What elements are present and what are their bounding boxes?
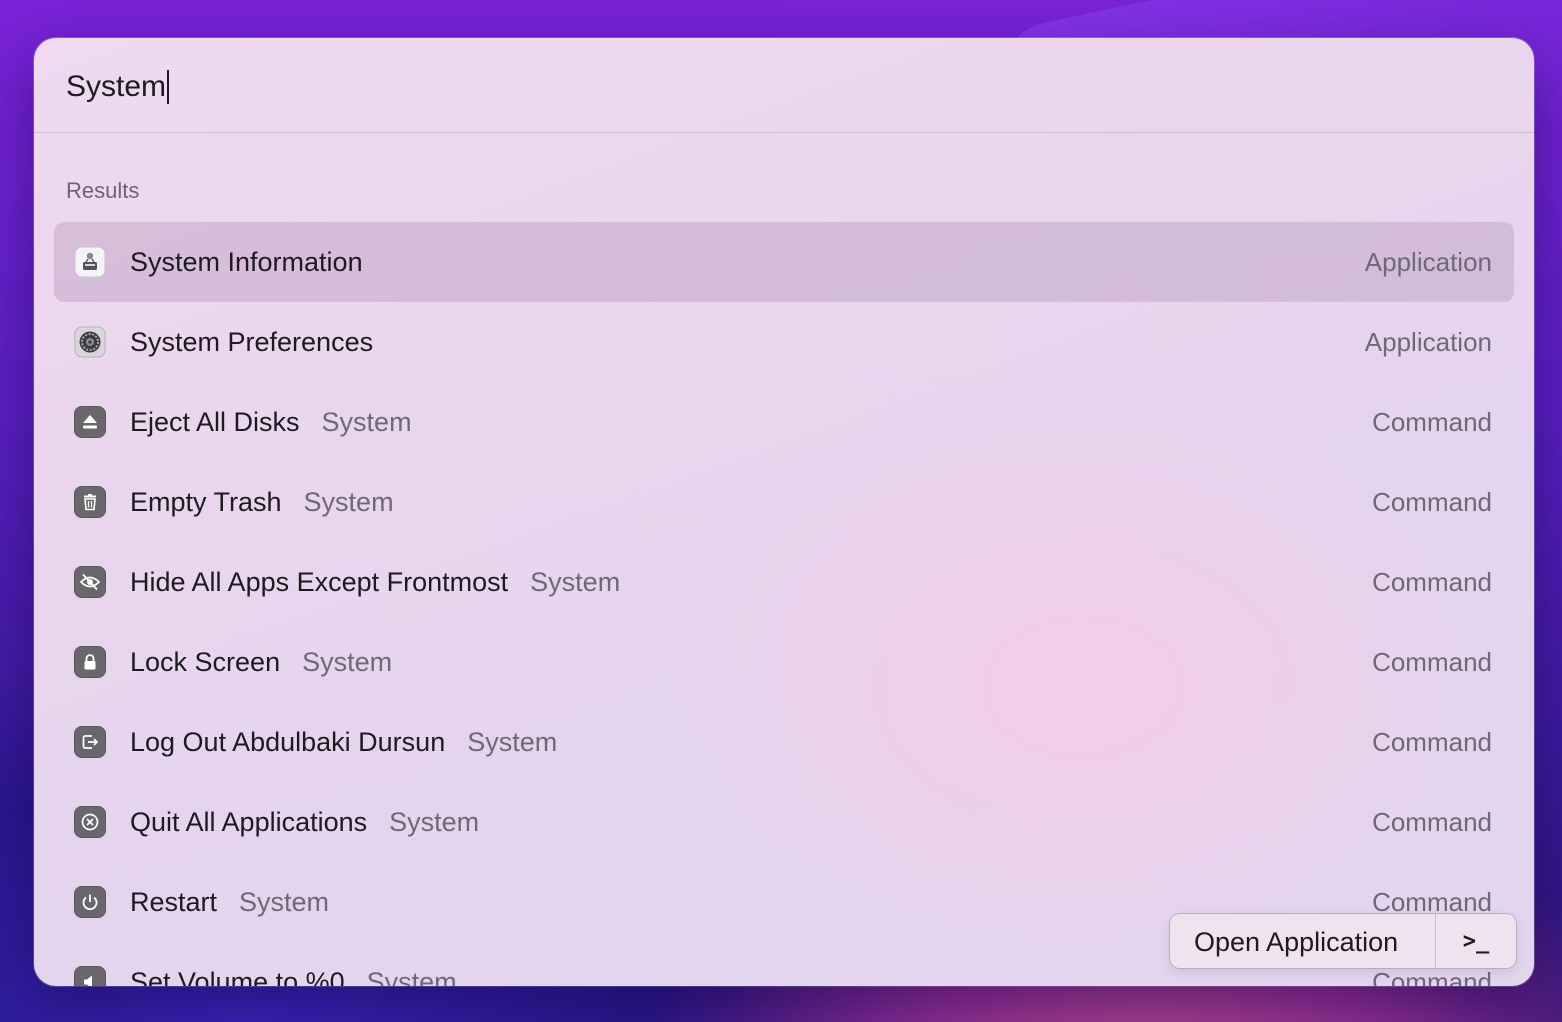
system-information-icon <box>74 246 106 278</box>
eye-slash-icon <box>74 566 106 598</box>
result-title: Hide All Apps Except Frontmost System <box>130 567 620 597</box>
result-title-text: System Preferences <box>130 327 374 357</box>
result-title: Quit All Applications System <box>130 807 479 837</box>
result-kind: Command <box>1372 887 1492 917</box>
result-kind: Application <box>1364 327 1492 357</box>
result-title: Set Volume to %0 System <box>130 967 457 986</box>
speaker-icon <box>74 966 106 986</box>
result-title: System Preferences <box>130 327 373 357</box>
logout-icon <box>74 726 106 758</box>
result-row[interactable]: Hide All Apps Except Frontmost System Com… <box>54 542 1514 622</box>
system-preferences-icon <box>74 326 106 358</box>
result-subtitle: System <box>467 727 558 757</box>
lock-icon <box>74 646 106 678</box>
result-subtitle: System <box>302 647 393 677</box>
result-title: Restart System <box>130 887 329 917</box>
text-caret <box>167 70 170 104</box>
result-kind: Command <box>1372 807 1492 837</box>
result-subtitle: System <box>366 967 457 986</box>
result-row[interactable]: System Preferences Application <box>54 302 1514 382</box>
result-row[interactable]: Eject All Disks System Command <box>54 382 1514 462</box>
result-kind: Application <box>1364 247 1492 277</box>
section-title: Results <box>66 178 140 203</box>
result-title-text: System Information <box>130 247 363 277</box>
result-title-text: Log Out Abdulbaki Dursun <box>130 727 446 757</box>
result-row[interactable]: Empty Trash System Command <box>54 462 1514 542</box>
result-row[interactable]: Log Out Abdulbaki Dursun System Command <box>54 702 1514 782</box>
result-title-text: Set Volume to %0 <box>130 967 345 986</box>
result-title-text: Restart <box>130 887 218 917</box>
launcher-window: System Results System Information Applic… <box>34 38 1534 986</box>
result-title-text: Lock Screen <box>130 647 281 677</box>
action-bar: Open Application >_ <box>1170 914 1516 968</box>
result-subtitle: System <box>321 407 412 437</box>
quit-icon <box>74 806 106 838</box>
result-row[interactable]: Lock Screen System Command <box>54 622 1514 702</box>
result-kind: Command <box>1372 727 1492 757</box>
result-title: Empty Trash System <box>130 487 394 517</box>
result-title: Eject All Disks System <box>130 407 412 437</box>
results-list: System Information Application System Pr… <box>54 222 1514 986</box>
result-kind: Command <box>1372 967 1492 986</box>
result-title-text: Hide All Apps Except Frontmost <box>130 567 509 597</box>
result-title-text: Eject All Disks <box>130 407 300 437</box>
result-subtitle: System <box>530 567 621 597</box>
result-title-text: Empty Trash <box>130 487 282 517</box>
result-row[interactable]: System Information Application <box>54 222 1514 302</box>
result-subtitle: System <box>239 887 330 917</box>
action-panel-icon[interactable]: >_ <box>1436 914 1516 968</box>
result-kind: Command <box>1372 407 1492 437</box>
result-subtitle: System <box>389 807 480 837</box>
open-application-button[interactable]: Open Application <box>1194 927 1398 957</box>
search-query[interactable]: System <box>66 70 166 103</box>
result-title-text: Quit All Applications <box>130 807 368 837</box>
result-kind: Command <box>1372 647 1492 677</box>
result-kind: Command <box>1372 487 1492 517</box>
power-icon <box>74 886 106 918</box>
trash-icon <box>74 486 106 518</box>
search-bar: System <box>34 38 1534 133</box>
result-title: Log Out Abdulbaki Dursun System <box>130 727 557 757</box>
eject-icon <box>74 406 106 438</box>
result-kind: Command <box>1372 567 1492 597</box>
search-input[interactable]: System <box>66 70 170 104</box>
result-subtitle: System <box>303 487 394 517</box>
result-row[interactable]: Quit All Applications System Command <box>54 782 1514 862</box>
result-title: Lock Screen System <box>130 647 392 677</box>
result-title: System Information <box>130 247 363 277</box>
